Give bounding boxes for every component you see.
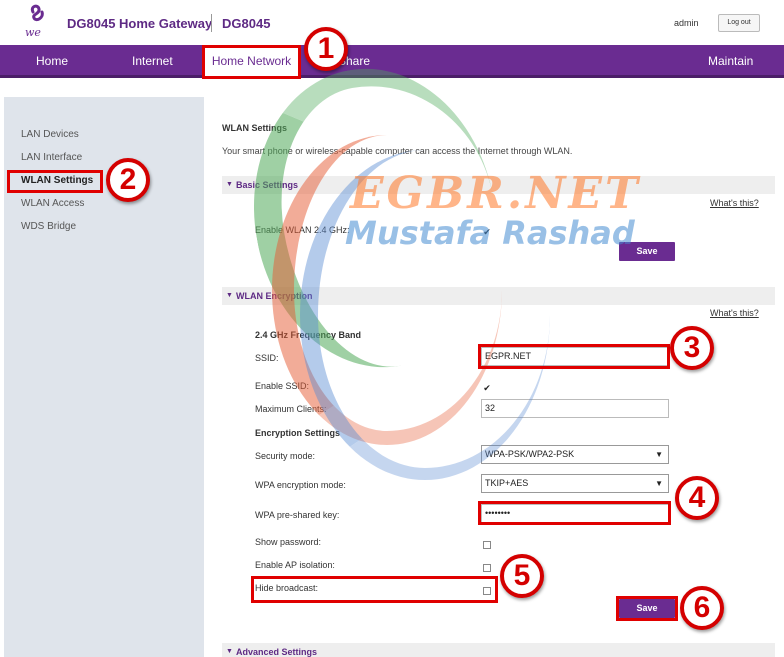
username-label: admin — [674, 18, 699, 28]
annotation-badge-4: 4 — [675, 476, 719, 520]
caret-down-icon: ▼ — [226, 181, 233, 188]
dropdown-arrow-icon: ▼ — [655, 450, 663, 459]
annotation-box-1 — [202, 45, 301, 79]
security-mode-label: Security mode: — [255, 451, 316, 461]
top-header: we DG8045 Home Gateway DG8045 admin Log … — [0, 0, 784, 45]
advanced-settings-header[interactable]: ▼ Advanced Settings — [222, 643, 775, 657]
annotation-box-6 — [616, 596, 678, 621]
nav-internet[interactable]: Internet — [132, 54, 173, 68]
security-mode-select[interactable]: WPA-PSK/WPA2-PSK ▼ — [481, 445, 669, 464]
ssid-label: SSID: — [255, 353, 279, 363]
annotation-box-4 — [478, 501, 671, 525]
annotation-box-3 — [478, 344, 670, 369]
whats-this-link-basic[interactable]: What's this? — [710, 198, 759, 208]
logout-button[interactable]: Log out — [718, 14, 760, 32]
psk-label: WPA pre-shared key: — [255, 510, 340, 520]
annotation-badge-1: 1 — [304, 27, 348, 71]
ap-isolation-label: Enable AP isolation: — [255, 560, 335, 570]
caret-down-icon: ▼ — [226, 648, 233, 655]
encryption-settings-title: Encryption Settings — [255, 428, 341, 438]
ap-isolation-checkbox[interactable] — [483, 564, 491, 572]
watermark-text-1: EGBR.NET — [350, 168, 641, 219]
dropdown-arrow-icon: ▼ — [655, 479, 663, 488]
watermark-text-2: Mustafa Rashad — [345, 214, 635, 252]
security-mode-value: WPA-PSK/WPA2-PSK — [485, 449, 575, 459]
sidebar-item-lan-interface[interactable]: LAN Interface — [21, 152, 82, 163]
caret-down-icon: ▼ — [226, 292, 233, 299]
annotation-badge-3: 3 — [670, 326, 714, 370]
logo-text: we — [25, 26, 41, 39]
annotation-box-2 — [7, 170, 103, 193]
brand-title: DG8045 Home Gateway — [67, 16, 213, 31]
whats-this-link-encryption[interactable]: What's this? — [710, 308, 759, 318]
annotation-badge-5: 5 — [500, 554, 544, 598]
sidebar-item-lan-devices[interactable]: LAN Devices — [21, 129, 79, 140]
sidebar-item-wds-bridge[interactable]: WDS Bridge — [21, 221, 76, 232]
wpa-mode-label: WPA encryption mode: — [255, 480, 346, 490]
wpa-mode-value: TKIP+AES — [485, 478, 529, 488]
nav-maintain[interactable]: Maintain — [708, 54, 753, 68]
show-password-checkbox[interactable] — [483, 541, 491, 549]
annotation-badge-6: 6 — [680, 586, 724, 630]
wpa-mode-select[interactable]: TKIP+AES ▼ — [481, 474, 669, 493]
advanced-settings-title: Advanced Settings — [236, 647, 318, 657]
brand-separator — [211, 14, 212, 32]
annotation-badge-2: 2 — [106, 158, 150, 202]
annotation-box-5 — [251, 576, 498, 603]
model-name: DG8045 — [222, 16, 271, 31]
nav-home[interactable]: Home — [36, 54, 68, 68]
show-password-label: Show password: — [255, 537, 322, 547]
sidebar-item-wlan-access[interactable]: WLAN Access — [21, 198, 84, 209]
